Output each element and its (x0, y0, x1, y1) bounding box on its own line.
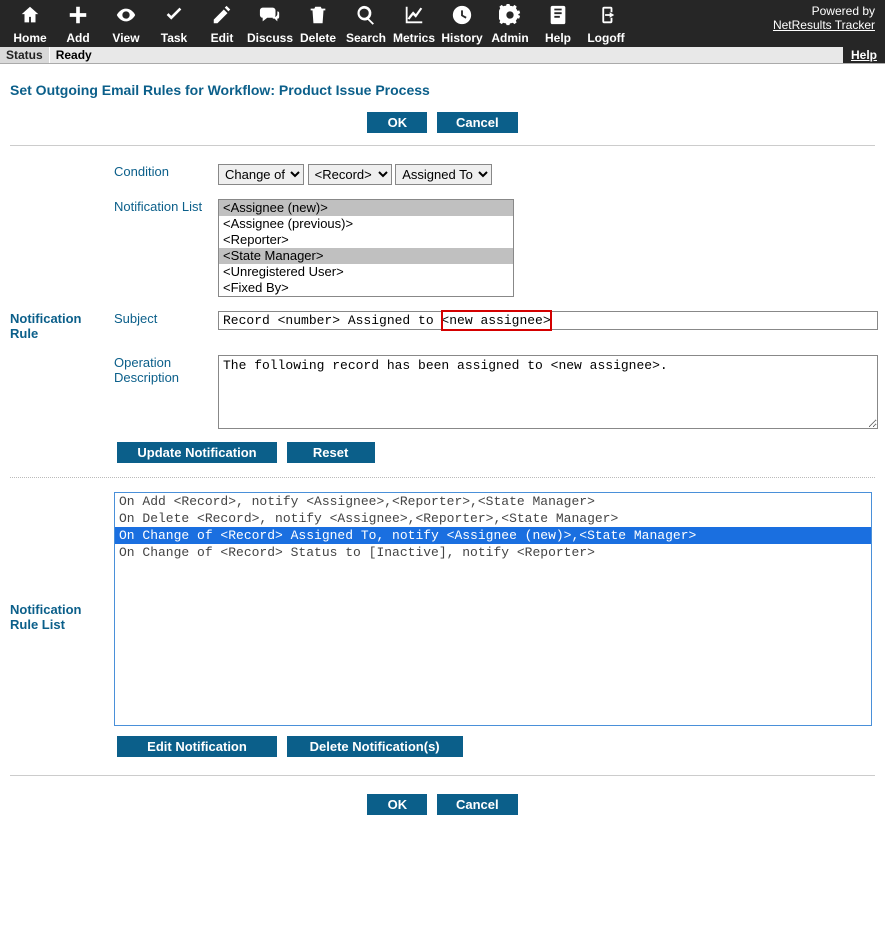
toolbar-history[interactable]: History (438, 4, 486, 45)
notification-list-option[interactable]: <State Manager> (219, 248, 513, 264)
divider (10, 477, 875, 478)
edit-notification-button[interactable]: Edit Notification (117, 736, 277, 757)
toolbar-label: Discuss (247, 31, 293, 45)
subject-input[interactable] (218, 311, 878, 330)
edit-icon (211, 4, 233, 29)
notification-list-option[interactable]: <Fixed By> (219, 280, 513, 296)
powered-by-link[interactable]: NetResults Tracker (773, 18, 875, 32)
page-title: Set Outgoing Email Rules for Workflow: P… (10, 82, 875, 98)
status-label: Status (0, 47, 50, 63)
powered-by-label: Powered by (812, 4, 875, 18)
reset-button[interactable]: Reset (287, 442, 375, 463)
notification-list-option[interactable]: <Assignee (new)> (219, 200, 513, 216)
toolbar-metrics[interactable]: Metrics (390, 4, 438, 45)
condition-select-2[interactable]: <Record> (308, 164, 392, 185)
history-icon (451, 4, 473, 29)
notification-list-option[interactable]: <Reporter> (219, 232, 513, 248)
toolbar-view[interactable]: View (102, 4, 150, 45)
view-icon (115, 4, 137, 29)
delete-notification-button[interactable]: Delete Notification(s) (287, 736, 463, 757)
toolbar-logoff[interactable]: Logoff (582, 4, 630, 45)
add-icon (67, 4, 89, 29)
toolbar-label: Home (13, 31, 46, 45)
toolbar-label: Edit (211, 31, 234, 45)
divider (10, 145, 875, 146)
toolbar-delete[interactable]: Delete (294, 4, 342, 45)
toolbar-help[interactable]: Help (534, 4, 582, 45)
condition-controls: Change of <Record> Assigned To (218, 164, 878, 185)
operation-description-label: Operation Description (114, 355, 214, 385)
toolbar-home[interactable]: Home (6, 4, 54, 45)
rule-list-row[interactable]: On Change of <Record> Status to [Inactiv… (115, 544, 871, 561)
notification-list-option[interactable]: <Unregistered User> (219, 264, 513, 280)
condition-select-1[interactable]: Change of (218, 164, 304, 185)
rule-list-row[interactable]: On Change of <Record> Assigned To, notif… (115, 527, 871, 544)
notification-rule-list[interactable]: On Add <Record>, notify <Assignee>,<Repo… (114, 492, 872, 726)
metrics-icon (403, 4, 425, 29)
toolbar-discuss[interactable]: Discuss (246, 4, 294, 45)
status-value: Ready (50, 47, 843, 63)
toolbar-label: Add (66, 31, 89, 45)
toolbar-edit[interactable]: Edit (198, 4, 246, 45)
condition-select-3[interactable]: Assigned To (395, 164, 492, 185)
toolbar-label: Search (346, 31, 386, 45)
toolbar-label: Help (545, 31, 571, 45)
notification-rule-section-label: Notification Rule (10, 311, 110, 341)
toolbar-label: History (441, 31, 482, 45)
status-bar: Status Ready Help (0, 47, 885, 64)
notification-list-label: Notification List (114, 199, 214, 214)
subject-label: Subject (114, 311, 214, 326)
operation-description-input[interactable] (218, 355, 878, 429)
update-notification-button[interactable]: Update Notification (117, 442, 277, 463)
task-icon (163, 4, 185, 29)
powered-by: Powered by NetResults Tracker (773, 4, 875, 32)
ok-button[interactable]: OK (367, 112, 427, 133)
condition-label: Condition (114, 164, 214, 179)
toolbar-search[interactable]: Search (342, 4, 390, 45)
toolbar-task[interactable]: Task (150, 4, 198, 45)
notification-list-select[interactable]: <Assignee (new)><Assignee (previous)><Re… (218, 199, 514, 297)
home-icon (19, 4, 41, 29)
toolbar-label: Metrics (393, 31, 435, 45)
divider (10, 775, 875, 776)
admin-icon (499, 4, 521, 29)
help-icon (547, 4, 569, 29)
toolbar-label: Logoff (587, 31, 624, 45)
status-help-link[interactable]: Help (843, 47, 885, 63)
rule-list-row[interactable]: On Delete <Record>, notify <Assignee>,<R… (115, 510, 871, 527)
toolbar-add[interactable]: Add (54, 4, 102, 45)
cancel-button-bottom[interactable]: Cancel (437, 794, 518, 815)
toolbar-label: Task (161, 31, 187, 45)
rule-list-row[interactable]: On Add <Record>, notify <Assignee>,<Repo… (115, 493, 871, 510)
toolbar-label: Delete (300, 31, 336, 45)
discuss-icon (259, 4, 281, 29)
cancel-button[interactable]: Cancel (437, 112, 518, 133)
search-icon (355, 4, 377, 29)
toolbar-label: Admin (491, 31, 528, 45)
logoff-icon (595, 4, 617, 29)
main-toolbar: Home Add View Task Edit Discuss Delete Search Me… (0, 0, 885, 47)
notification-rule-list-section-label: Notification Rule List (10, 602, 110, 632)
ok-button-bottom[interactable]: OK (367, 794, 427, 815)
toolbar-admin[interactable]: Admin (486, 4, 534, 45)
notification-list-option[interactable]: <Assignee (previous)> (219, 216, 513, 232)
delete-icon (307, 4, 329, 29)
toolbar-label: View (112, 31, 139, 45)
